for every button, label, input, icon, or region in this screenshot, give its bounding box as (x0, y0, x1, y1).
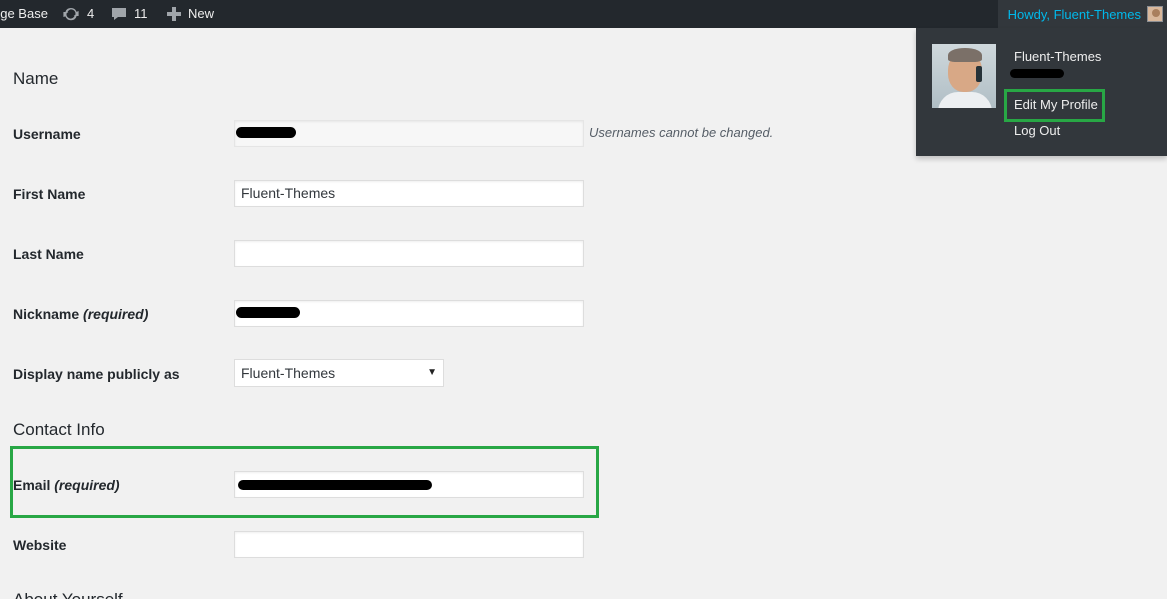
site-name-link[interactable]: dge Base (0, 0, 60, 28)
comments-icon (112, 8, 126, 20)
redacted-username-value (236, 127, 296, 138)
new-label: New (188, 6, 215, 21)
username-note: Usernames cannot be changed. (589, 125, 774, 140)
updates-icon (63, 7, 79, 21)
name-section-heading: Name (13, 69, 59, 88)
howdy-link[interactable]: Howdy, Fluent-Themes (1008, 7, 1141, 22)
avatar-shirt (938, 92, 992, 108)
phone-icon (976, 66, 982, 82)
updates-count: 4 (87, 6, 95, 21)
first-name-input[interactable]: Fluent-Themes (234, 180, 584, 207)
email-label: Email (required) (13, 477, 120, 493)
email-required: (required) (54, 477, 120, 493)
redacted-username (1010, 69, 1064, 78)
website-input[interactable] (234, 531, 584, 558)
account-dropdown: Fluent-Themes Edit My Profile Log Out (916, 28, 1167, 156)
first-name-label: First Name (13, 186, 86, 202)
contact-info-heading: Contact Info (13, 420, 105, 439)
comments-link[interactable]: 11 (110, 0, 148, 28)
redacted-nickname (236, 307, 300, 318)
nickname-label: Nickname (required) (13, 306, 148, 322)
comments-count: 11 (134, 6, 148, 21)
website-label: Website (13, 537, 67, 553)
last-name-label: Last Name (13, 246, 84, 262)
updates-link[interactable]: 4 (61, 0, 94, 28)
avatar-large[interactable] (932, 44, 996, 108)
email-label-text: Email (13, 477, 51, 493)
display-name-label: Display name publicly as (13, 366, 180, 382)
last-name-input[interactable] (234, 240, 584, 267)
display-name-select[interactable]: Fluent-Themes ▼ (234, 359, 444, 387)
edit-profile-highlight (1004, 89, 1105, 122)
display-name-selected: Fluent-Themes (241, 365, 336, 381)
dropdown-arrow-icon: ▼ (427, 367, 437, 378)
plus-icon (167, 7, 181, 21)
nickname-required: (required) (83, 306, 149, 322)
account-display-name[interactable]: Fluent-Themes (1014, 49, 1101, 64)
admin-bar: dge Base 4 11 New Howdy, Fluent-Themes (0, 0, 1167, 28)
avatar-hair (948, 48, 982, 62)
new-content-link[interactable]: New (166, 0, 214, 28)
site-name-label: dge Base (0, 6, 48, 21)
nickname-label-text: Nickname (13, 306, 80, 322)
avatar-small (1147, 6, 1163, 22)
my-account-menu[interactable]: Howdy, Fluent-Themes (997, 0, 1167, 28)
username-label: Username (13, 126, 81, 142)
about-yourself-heading: About Yourself (13, 590, 123, 599)
log-out-link[interactable]: Log Out (1014, 123, 1060, 138)
redacted-email (238, 480, 432, 490)
